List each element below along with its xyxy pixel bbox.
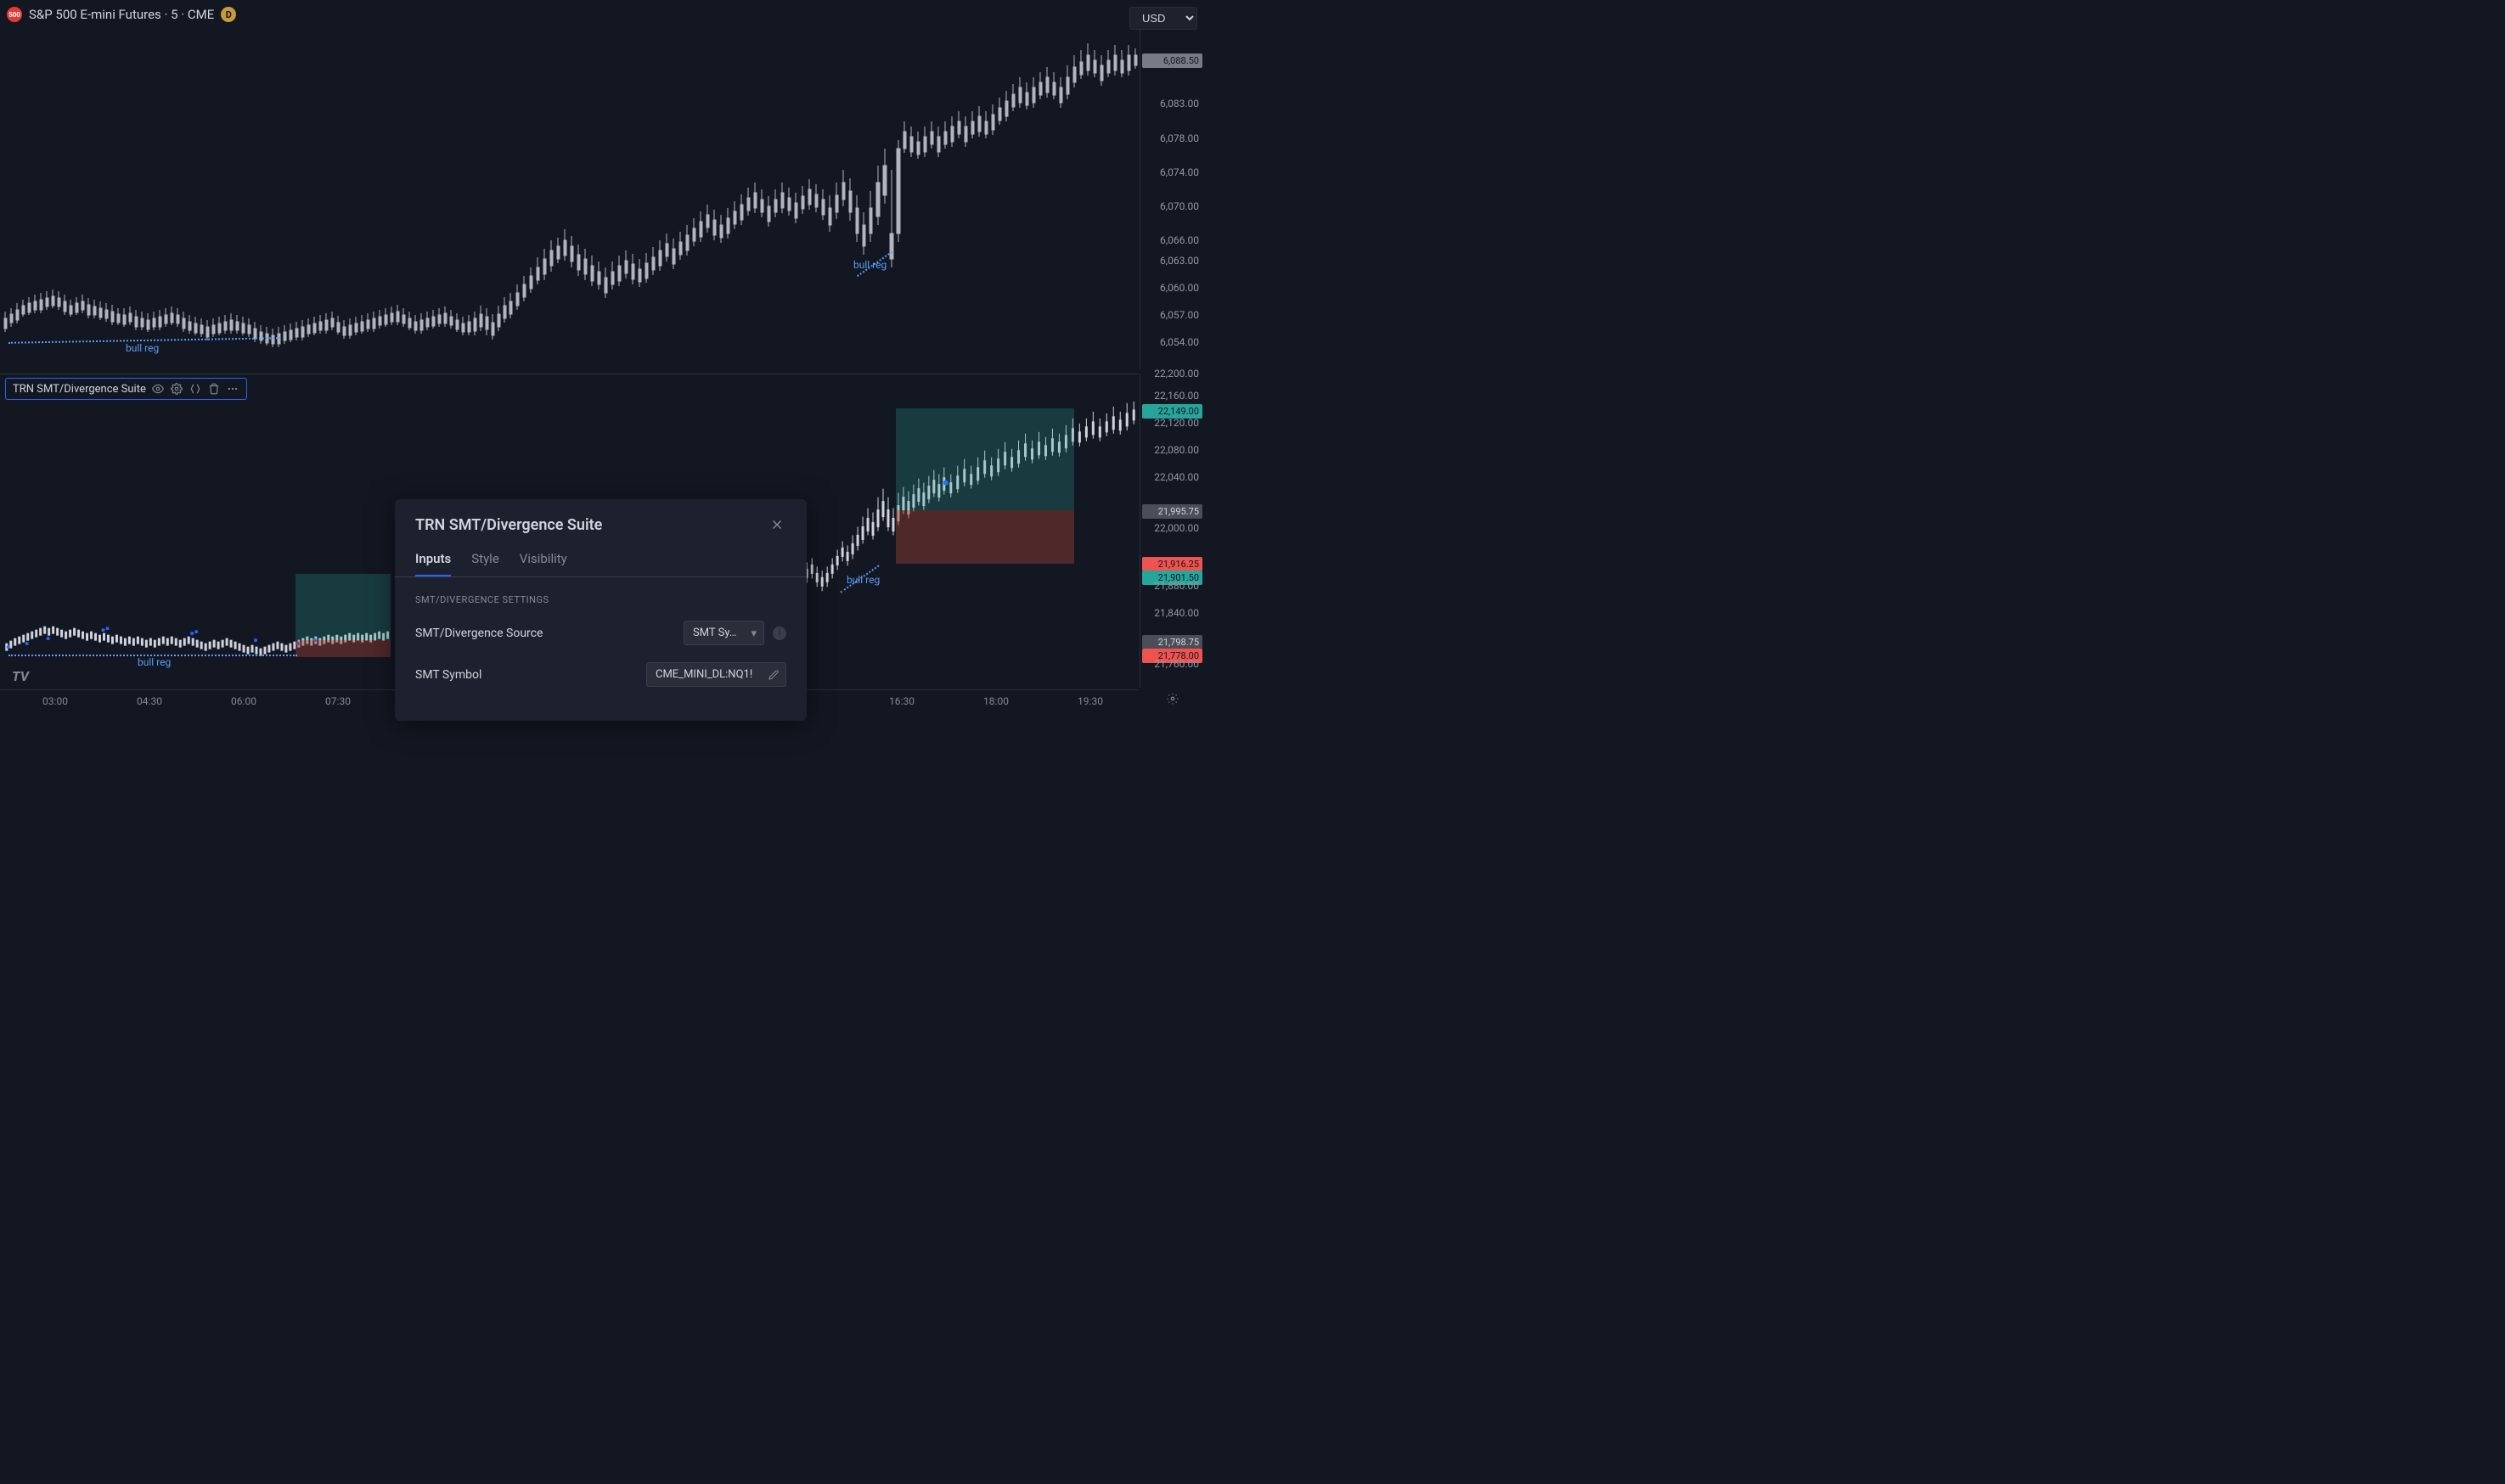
more-icon[interactable] — [226, 382, 239, 396]
currency-select[interactable]: USD — [1129, 7, 1197, 30]
price-tick: 22,080.00 — [1154, 444, 1199, 456]
info-icon[interactable]: i — [773, 627, 786, 640]
price-tick: 21,760.00 — [1154, 658, 1199, 670]
long-stop-zone-small — [296, 640, 391, 657]
price-tick: 6,060.00 — [1160, 282, 1199, 294]
price-tick: 6,078.00 — [1160, 132, 1199, 144]
price-tick: 6,057.00 — [1160, 309, 1199, 321]
symbol-input[interactable]: CME_MINI_DL:NQ1! — [646, 662, 786, 687]
trash-icon[interactable] — [207, 382, 221, 396]
indicator-settings-modal: TRN SMT/Divergence Suite Inputs Style Vi… — [395, 499, 807, 721]
price-tick: 6,070.00 — [1160, 200, 1199, 212]
time-tick: 18:00 — [983, 695, 1009, 707]
price-label-gray: 21,798.75 — [1142, 635, 1202, 649]
price-tick: 6,066.00 — [1160, 234, 1199, 246]
price-axis-top[interactable]: 6,088.50 6,083.00 6,078.00 6,074.00 6,07… — [1140, 30, 1204, 369]
axis-settings-icon[interactable] — [1167, 692, 1179, 708]
time-tick: 16:30 — [889, 695, 915, 707]
time-tick: 06:00 — [231, 695, 256, 707]
candlestick-chart-top — [0, 30, 1138, 369]
price-tick: 6,063.00 — [1160, 255, 1199, 267]
symbol-label: SMT Symbol — [415, 668, 481, 682]
section-header: SMT/DIVERGENCE SETTINGS — [415, 594, 786, 605]
price-tick: 22,000.00 — [1154, 522, 1199, 534]
time-tick: 19:30 — [1078, 695, 1103, 707]
main-price-chart[interactable]: bull reg bull reg — [0, 30, 1138, 369]
chart-header: 500 S&P 500 E-mini Futures · 5 · CME D — [7, 7, 236, 22]
bull-reg-label-1: bull reg — [126, 342, 159, 354]
time-tick: 04:30 — [137, 695, 162, 707]
modal-tabs: Inputs Style Visibility — [395, 544, 807, 577]
indicator-name: TRN SMT/Divergence Suite — [13, 383, 146, 396]
tab-inputs[interactable]: Inputs — [415, 544, 451, 576]
price-tick: 22,120.00 — [1154, 417, 1199, 429]
symbol-title[interactable]: S&P 500 E-mini Futures · 5 · CME — [29, 7, 214, 22]
symbol-input-value: CME_MINI_DL:NQ1! — [656, 668, 752, 681]
bull-reg-label-3: bull reg — [138, 656, 171, 668]
eye-icon[interactable] — [151, 382, 165, 396]
settings-icon[interactable] — [170, 382, 183, 396]
price-tick: 22,160.00 — [1154, 390, 1199, 402]
tab-visibility[interactable]: Visibility — [520, 544, 567, 576]
source-label: SMT/Divergence Source — [415, 627, 543, 640]
time-tick: 07:30 — [325, 695, 351, 707]
pencil-icon[interactable] — [768, 670, 779, 683]
price-tick: 22,040.00 — [1154, 471, 1199, 483]
modal-title: TRN SMT/Divergence Suite — [415, 516, 602, 534]
source-dropdown[interactable]: SMT Sy… — [684, 621, 764, 645]
long-stop-zone — [896, 510, 1074, 564]
time-tick: 03:00 — [42, 695, 68, 707]
price-tick: 6,054.00 — [1160, 336, 1199, 348]
price-tick: 6,083.00 — [1160, 98, 1199, 110]
tradingview-logo-icon: TV — [12, 668, 29, 684]
tab-style[interactable]: Style — [471, 544, 499, 576]
price-axis-bottom[interactable]: 22,200.00 22,160.00 22,149.00 22,120.00 … — [1140, 374, 1204, 688]
long-target-zone — [896, 408, 1074, 510]
bull-reg-label-2: bull reg — [853, 259, 887, 271]
current-price-label: 6,088.50 — [1142, 53, 1202, 68]
long-target-zone-small — [296, 574, 391, 640]
indicator-legend[interactable]: TRN SMT/Divergence Suite — [5, 378, 247, 400]
price-tick: 6,074.00 — [1160, 166, 1199, 178]
price-tick: 22,200.00 — [1154, 368, 1199, 379]
bull-reg-label-4: bull reg — [847, 574, 880, 586]
price-label-red: 21,916.25 — [1142, 557, 1202, 571]
price-tick: 21,840.00 — [1154, 607, 1199, 619]
delayed-badge: D — [221, 7, 236, 22]
close-icon[interactable] — [769, 517, 786, 534]
price-tick: 21,880.00 — [1154, 580, 1199, 592]
symbol-badge: 500 — [7, 7, 22, 22]
source-icon[interactable] — [189, 382, 202, 396]
price-label-gray: 21,995.75 — [1142, 504, 1202, 519]
